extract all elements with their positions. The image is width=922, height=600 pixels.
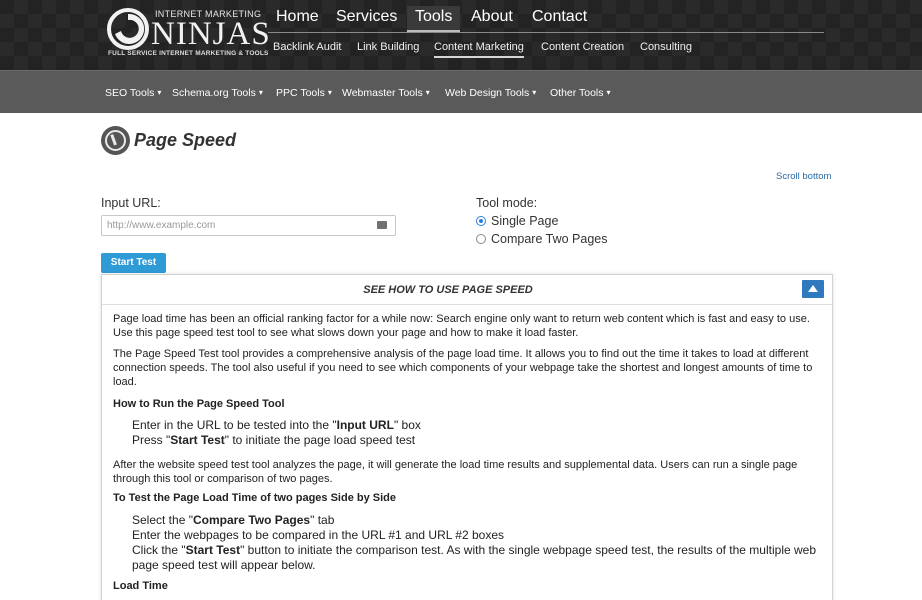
step-text: " box xyxy=(393,418,421,432)
tools-menu-label: Schema.org Tools xyxy=(172,87,256,99)
start-test-button[interactable]: Start Test xyxy=(101,253,166,273)
step-text: Enter in the URL to be tested into the " xyxy=(132,418,337,432)
main-nav: Home Services Tools About Contact xyxy=(268,6,824,33)
main-nav-about[interactable]: About xyxy=(463,6,521,32)
radio-unchecked-icon[interactable] xyxy=(476,234,486,244)
radio-label: Single Page xyxy=(491,214,559,228)
ninja-swirl-logo-icon xyxy=(107,8,149,50)
sub-nav-consulting[interactable]: Consulting xyxy=(640,41,692,53)
main-nav-contact[interactable]: Contact xyxy=(524,6,595,32)
list-item: Enter the webpages to be compared in the… xyxy=(132,528,824,543)
section-heading-load-time: Load Time xyxy=(113,580,168,592)
step-emphasis: Input URL xyxy=(336,418,394,432)
step-text: Select the " xyxy=(132,513,193,527)
intro-paragraph: Page load time has been an official rank… xyxy=(113,313,810,339)
sub-nav-content-creation[interactable]: Content Creation xyxy=(541,41,624,53)
steps-list-run: Enter in the URL to be tested into the "… xyxy=(132,418,824,448)
page-title: Page Speed xyxy=(134,130,237,150)
how-to-panel: SEE HOW TO USE PAGE SPEED Page load time… xyxy=(101,274,833,600)
main-nav-tools[interactable]: Tools xyxy=(407,6,461,32)
speedometer-icon xyxy=(101,126,130,155)
panel-title: SEE HOW TO USE PAGE SPEED xyxy=(363,284,533,296)
tools-menu-webmaster[interactable]: Webmaster Tools ▾ xyxy=(342,87,430,99)
step-text: " tab xyxy=(310,513,335,527)
radio-checked-icon[interactable] xyxy=(476,216,486,226)
section-heading-run: How to Run the Page Speed Tool xyxy=(113,398,285,410)
radio-label: Compare Two Pages xyxy=(491,232,608,246)
tools-menu-other[interactable]: Other Tools ▾ xyxy=(550,87,611,99)
tools-menu-label: Web Design Tools xyxy=(445,87,530,99)
caret-down-icon: ▾ xyxy=(327,88,332,97)
tools-menu-schema[interactable]: Schema.org Tools ▾ xyxy=(172,87,263,99)
tools-menu-label: Webmaster Tools xyxy=(342,87,423,99)
results-paragraph: After the website speed test tool analyz… xyxy=(113,459,798,485)
step-emphasis: Start Test xyxy=(185,543,241,557)
section-heading-compare: To Test the Page Load Time of two pages … xyxy=(113,492,396,504)
main-nav-services[interactable]: Services xyxy=(328,6,405,32)
site-logo[interactable]: INTERNET MARKETING NINJAS FULL SERVICE I… xyxy=(107,4,270,64)
site-header: INTERNET MARKETING NINJAS FULL SERVICE I… xyxy=(0,0,922,70)
tools-menu-label: PPC Tools xyxy=(276,87,325,99)
tool-mode-label: Tool mode: xyxy=(476,196,538,210)
steps-list-compare: Select the "Compare Two Pages" tab Enter… xyxy=(132,513,824,573)
list-item: Enter in the URL to be tested into the "… xyxy=(132,418,824,433)
step-text: Click the " xyxy=(132,543,186,557)
logo-wordmark: NINJAS xyxy=(151,16,271,52)
collapse-button[interactable] xyxy=(802,280,824,298)
step-emphasis: Start Test xyxy=(170,433,225,447)
logo-tagline-bottom: FULL SERVICE INTERNET MARKETING & TOOLS xyxy=(108,50,269,57)
step-text: " to initiate the page load speed test xyxy=(224,433,416,447)
caret-down-icon: ▾ xyxy=(532,88,537,97)
list-item: Press "Start Test" to initiate the page … xyxy=(132,433,824,448)
main-nav-home[interactable]: Home xyxy=(268,6,327,32)
tools-menu-seo[interactable]: SEO Tools ▾ xyxy=(105,87,161,99)
scroll-bottom-link[interactable]: Scroll bottom xyxy=(776,171,831,182)
sub-nav-link-building[interactable]: Link Building xyxy=(357,41,419,53)
list-item: Click the "Start Test" button to initiat… xyxy=(132,543,824,573)
panel-header[interactable]: SEE HOW TO USE PAGE SPEED xyxy=(102,275,832,305)
caret-down-icon: ▾ xyxy=(258,88,263,97)
step-text: Enter the webpages to be compared in the… xyxy=(132,528,505,542)
step-text: Press " xyxy=(132,433,171,447)
caret-down-icon: ▾ xyxy=(425,88,430,97)
sub-nav-content-marketing[interactable]: Content Marketing xyxy=(434,41,524,58)
tools-menu-label: SEO Tools xyxy=(105,87,155,99)
input-url-label: Input URL: xyxy=(101,196,161,210)
tools-menu-web-design[interactable]: Web Design Tools ▾ xyxy=(445,87,536,99)
tools-menu-bar: SEO Tools ▾ Schema.org Tools ▾ PPC Tools ▾ … xyxy=(0,70,922,113)
caret-down-icon: ▾ xyxy=(606,88,611,97)
list-item: Select the "Compare Two Pages" tab xyxy=(132,513,824,528)
sub-nav-backlink-audit[interactable]: Backlink Audit xyxy=(273,41,341,53)
tools-menu-label: Other Tools xyxy=(550,87,604,99)
step-emphasis: Compare Two Pages xyxy=(192,513,311,527)
url-input[interactable] xyxy=(101,215,396,236)
caret-down-icon: ▾ xyxy=(157,88,162,97)
keyboard-icon[interactable] xyxy=(377,221,387,229)
description-paragraph: The Page Speed Test tool provides a comp… xyxy=(113,348,813,388)
tools-menu-ppc[interactable]: PPC Tools ▾ xyxy=(276,87,332,99)
